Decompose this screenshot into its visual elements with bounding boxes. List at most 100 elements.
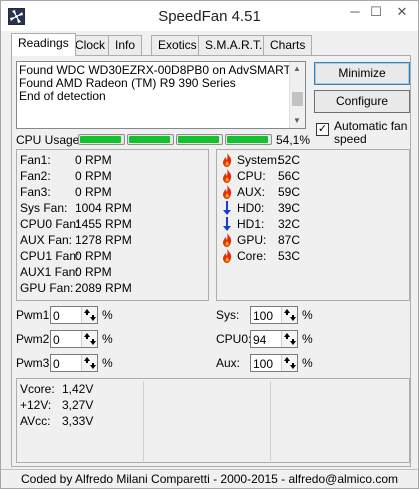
percent-unit: % xyxy=(102,356,113,370)
pwm2-value[interactable]: 0 xyxy=(53,331,60,349)
tab-charts[interactable]: Charts xyxy=(263,35,313,55)
voltage-label: Vcore: xyxy=(20,382,55,396)
temperature-label: System: xyxy=(237,153,281,167)
cpu-usage-label: CPU Usage xyxy=(16,133,80,147)
fan-label: Fan3: xyxy=(20,185,51,199)
cpu-core-bar xyxy=(127,134,174,145)
voltage-label: AVcc: xyxy=(20,414,51,428)
pwm1-control: Pwm1: 0 % xyxy=(16,306,116,324)
fan-readings-box: Fan1: 0 RPM Fan2: 0 RPM Fan3: 0 RPM Sys Fan… xyxy=(16,149,209,301)
temperature-label: HD1: xyxy=(237,217,265,231)
voltage-column-divider xyxy=(143,381,144,461)
fan-value: 1455 RPM xyxy=(75,217,132,231)
automatic-fan-speed-label[interactable]: Automatic fan speed xyxy=(334,120,418,146)
pwm1-value[interactable]: 0 xyxy=(53,307,60,325)
fan-value: 1004 RPM xyxy=(75,201,132,215)
fan-value: 0 RPM xyxy=(75,169,112,183)
pwm1-label: Pwm1: xyxy=(16,308,53,322)
temperature-value: 56C xyxy=(278,169,301,183)
configure-button[interactable]: Configure xyxy=(314,90,410,113)
flame-icon xyxy=(223,169,232,183)
scroll-down-icon[interactable]: ▼ xyxy=(293,116,301,125)
stepper-arrows-icon[interactable] xyxy=(81,307,97,323)
tab-readings[interactable]: Readings xyxy=(11,33,76,56)
scroll-thumb[interactable] xyxy=(292,92,303,106)
temperature-reading: HD1: 32C xyxy=(222,216,402,232)
stepper-arrows-icon[interactable] xyxy=(281,331,297,347)
fan-value: 0 RPM xyxy=(75,185,112,199)
cpu0-speed-label: CPU0: xyxy=(216,332,252,346)
temperature-value: 59C xyxy=(278,185,301,199)
fan-label: Fan2: xyxy=(20,169,51,183)
percent-unit: % xyxy=(302,356,313,370)
stepper-arrows-icon[interactable] xyxy=(81,331,97,347)
fan-label: CPU0 Fan: xyxy=(20,217,80,231)
pwm2-stepper[interactable]: 0 xyxy=(50,330,98,348)
fan-label: Fan1: xyxy=(20,153,51,167)
cpu-core-fill xyxy=(80,136,121,143)
temperature-label: GPU: xyxy=(237,233,267,247)
log-line: End of detection xyxy=(19,90,106,103)
fan-label: AUX1 Fan: xyxy=(20,265,79,279)
pwm2-control: Pwm2: 0 % xyxy=(16,330,116,348)
voltage-value: 3,33V xyxy=(62,414,94,428)
fan-value: 0 RPM xyxy=(75,265,112,279)
scroll-up-icon[interactable]: ▲ xyxy=(293,64,301,73)
temperature-reading: CPU: 56C xyxy=(222,168,402,184)
title-bar: SpeedFan 4.51 ─ ☐ ✕ xyxy=(1,1,418,31)
cpu-core-fill xyxy=(129,136,170,143)
cpu0-speed-stepper[interactable]: 94 xyxy=(250,330,298,348)
cpu-core-bar xyxy=(225,134,272,145)
fan-label: Sys Fan: xyxy=(20,201,68,215)
log-line: Found AMD Radeon (TM) R9 390 Series xyxy=(19,77,236,90)
sys-speed-label: Sys: xyxy=(216,308,240,322)
temperature-value: 52C xyxy=(278,153,301,167)
temperature-reading: GPU: 87C xyxy=(222,232,402,248)
cpu-core-bar xyxy=(176,134,223,145)
fan-value: 0 RPM xyxy=(75,249,112,263)
voltage-readings-box: Vcore: 1,42V +12V: 3,27V AVcc: 3,33V xyxy=(16,378,410,463)
stepper-arrows-icon[interactable] xyxy=(281,307,297,323)
maximize-window-icon[interactable]: ☐ xyxy=(362,1,390,23)
pwm3-value[interactable]: 0 xyxy=(53,355,60,373)
temperature-label: Core: xyxy=(237,249,267,263)
close-window-icon[interactable]: ✕ xyxy=(387,1,417,23)
temperature-reading: System: 52C xyxy=(222,152,402,168)
percent-unit: % xyxy=(102,332,113,346)
pwm3-stepper[interactable]: 0 xyxy=(50,354,98,372)
sys-speed-value[interactable]: 100 xyxy=(253,307,273,325)
cpu0-speed-value[interactable]: 94 xyxy=(253,331,266,349)
pwm3-control: Pwm3: 0 % xyxy=(16,354,116,372)
tab-smart[interactable]: S.M.A.R.T. xyxy=(198,35,270,55)
log-scrollbar[interactable]: ▲ ▼ xyxy=(289,62,305,128)
temperature-reading: Core: 53C xyxy=(222,248,402,264)
pwm3-label: Pwm3: xyxy=(16,356,53,370)
aux-speed-value[interactable]: 100 xyxy=(253,355,273,373)
tab-exotics[interactable]: Exotics xyxy=(151,35,204,55)
aux-speed-label: Aux: xyxy=(216,356,241,370)
temperature-readings-box: System: 52C CPU: 56C AUX: 59C HD0: 39C HD1: 3… xyxy=(216,149,410,301)
status-bar: Coded by Alfredo Milani Comparetti - 200… xyxy=(1,469,418,488)
voltage-value: 1,42V xyxy=(62,382,94,396)
automatic-fan-speed-checkbox[interactable]: ✓ xyxy=(316,123,329,136)
cpu-core-fill xyxy=(178,136,219,143)
aux-speed-control: Aux: 100 % xyxy=(216,354,316,372)
tab-info[interactable]: Info xyxy=(108,35,143,55)
temperature-value: 32C xyxy=(278,217,301,231)
speedfan-window: SpeedFan 4.51 ─ ☐ ✕ Readings Clock Info … xyxy=(0,0,419,489)
temperature-value: 87C xyxy=(278,233,301,247)
detection-log[interactable]: Found WDC WD30EZRX-00D8PB0 on AdvSMART F… xyxy=(16,61,306,129)
down-arrow-icon xyxy=(223,201,231,215)
sys-speed-stepper[interactable]: 100 xyxy=(250,306,298,324)
fan-value: 2089 RPM xyxy=(75,281,132,295)
pwm1-stepper[interactable]: 0 xyxy=(50,306,98,324)
fan-label: GPU Fan: xyxy=(20,281,74,295)
percent-unit: % xyxy=(302,332,313,346)
flame-icon xyxy=(223,249,232,263)
stepper-arrows-icon[interactable] xyxy=(281,355,297,371)
flame-icon xyxy=(223,233,232,247)
aux-speed-stepper[interactable]: 100 xyxy=(250,354,298,372)
stepper-arrows-icon[interactable] xyxy=(81,355,97,371)
minimize-button[interactable]: Minimize xyxy=(314,62,410,85)
fan-label: CPU1 Fan: xyxy=(20,249,80,263)
